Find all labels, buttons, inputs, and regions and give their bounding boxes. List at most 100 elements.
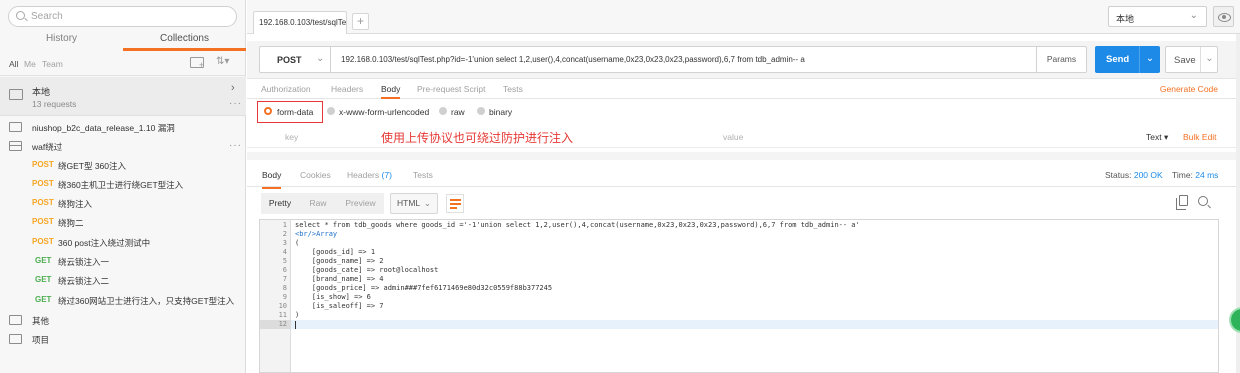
- url-value: 192.168.0.103/test/sqlTest.php?id=-1'uni…: [341, 55, 805, 64]
- radio-raw[interactable]: [439, 107, 447, 115]
- type-select[interactable]: Text ▾: [1146, 132, 1168, 143]
- tab-tests[interactable]: Tests: [503, 84, 523, 94]
- request-tabbar: 192.168.0.103/test/sqlTe + 本地 ⌄: [247, 0, 1240, 34]
- line-number: 3: [282, 239, 287, 247]
- radio-label: binary: [489, 107, 513, 117]
- tab-response-headers[interactable]: Headers (7): [347, 170, 392, 180]
- tab-response-body[interactable]: Body: [262, 170, 282, 189]
- response-body-editor[interactable]: 1 2 3 4 5 6 7 8 9 10 11 12 select * from…: [259, 219, 1219, 373]
- line-number: 11: [278, 311, 287, 319]
- method-badge: POST: [32, 160, 54, 169]
- radio-urlencoded[interactable]: [327, 107, 335, 115]
- code-line: ): [295, 311, 300, 319]
- folder-label: 项目: [32, 335, 50, 345]
- request-title: 360 post注入绕过测试中: [58, 238, 151, 248]
- folder-item[interactable]: niushop_b2c_data_release_1.10 漏洞: [0, 118, 246, 137]
- request-item[interactable]: POST 绕GET型 360注入: [0, 156, 246, 175]
- request-item[interactable]: GET 绕云锁注入一: [0, 252, 246, 271]
- request-item[interactable]: POST 绕狗二: [0, 213, 246, 232]
- generate-code-link[interactable]: Generate Code: [1160, 84, 1218, 94]
- method-value: POST: [277, 55, 302, 65]
- folder-item-open[interactable]: waf绕过 ···: [0, 137, 246, 156]
- new-tab-button[interactable]: +: [352, 13, 369, 30]
- tab-pre-request-script[interactable]: Pre-request Script: [417, 84, 486, 94]
- filter-all[interactable]: All: [9, 59, 18, 69]
- more-icon[interactable]: ···: [229, 140, 242, 151]
- request-item[interactable]: POST 绕狗注入: [0, 194, 246, 213]
- params-button[interactable]: Params: [1036, 46, 1087, 73]
- folder-item[interactable]: 项目: [0, 330, 246, 349]
- save-label: Save: [1174, 55, 1196, 66]
- radio-label: form-data: [277, 107, 314, 117]
- request-tab[interactable]: 192.168.0.103/test/sqlTe: [253, 11, 347, 34]
- tab-body[interactable]: Body: [381, 84, 401, 99]
- chevron-down-icon[interactable]: ⌄: [1139, 46, 1160, 73]
- tab-headers[interactable]: Headers: [331, 84, 363, 94]
- line-number: 2: [282, 230, 287, 238]
- key-input[interactable]: key: [285, 132, 298, 142]
- tab-cookies[interactable]: Cookies: [300, 170, 331, 180]
- line-number: 4: [282, 248, 287, 256]
- chevron-down-icon: ⌄: [423, 198, 431, 208]
- request-item[interactable]: GET 绕过360网站卫士进行注入，只支持GET型注入: [0, 291, 246, 310]
- value-input[interactable]: value: [723, 132, 743, 142]
- code-line: [goods_cate] => root@localhost: [295, 266, 439, 274]
- search-input[interactable]: Search: [8, 6, 237, 27]
- chevron-down-icon[interactable]: ⌄: [1200, 47, 1218, 72]
- url-input[interactable]: 192.168.0.103/test/sqlTest.php?id=-1'uni…: [330, 46, 1037, 73]
- folder-item[interactable]: 其他: [0, 311, 246, 330]
- url-bar: POST ⌄ 192.168.0.103/test/sqlTest.php?id…: [247, 41, 1240, 79]
- headers-count: (7): [381, 170, 392, 180]
- pretty-button[interactable]: Pretty: [261, 193, 299, 214]
- code-line: [is_saleoff] => 7: [295, 302, 384, 310]
- tab-collections[interactable]: Collections: [123, 30, 246, 51]
- search-icon[interactable]: [1198, 196, 1208, 206]
- copy-icon[interactable]: [1176, 195, 1188, 210]
- request-item[interactable]: GET 绕云锁注入二: [0, 271, 246, 290]
- chevron-right-icon[interactable]: ›: [231, 82, 235, 94]
- radio-binary[interactable]: [477, 107, 485, 115]
- bulk-edit-link[interactable]: Bulk Edit: [1183, 132, 1217, 142]
- request-title: 绕过360网站卫士进行注入，只支持GET型注入: [58, 296, 235, 306]
- code-line: select * from tdb_goods where goods_id =…: [295, 221, 860, 229]
- line-number: 8: [282, 284, 287, 292]
- time-value: 24 ms: [1195, 170, 1219, 180]
- line-number: 1: [282, 221, 287, 229]
- method-badge: GET: [35, 256, 52, 265]
- chevron-down-icon: ⌄: [1189, 10, 1198, 21]
- tab-history[interactable]: History: [0, 30, 123, 51]
- search-placeholder: Search: [31, 11, 63, 22]
- line-number: 10: [278, 302, 287, 310]
- send-button[interactable]: Send ⌄: [1095, 46, 1160, 73]
- eye-icon[interactable]: [1213, 6, 1234, 27]
- line-number: 7: [282, 275, 287, 283]
- wrap-lines-icon[interactable]: [446, 194, 464, 213]
- format-select[interactable]: HTML ⌄: [390, 193, 438, 214]
- send-label: Send: [1106, 54, 1130, 65]
- tab-authorization[interactable]: Authorization: [261, 84, 311, 94]
- more-icon[interactable]: ···: [229, 98, 242, 109]
- method-badge: POST: [32, 237, 54, 246]
- preview-button[interactable]: Preview: [337, 193, 384, 214]
- collection-item[interactable]: 本地 13 requests › ···: [0, 77, 246, 116]
- main-panel: 192.168.0.103/test/sqlTe + 本地 ⌄ POST ⌄ 1…: [247, 0, 1240, 373]
- sort-icon[interactable]: ⇅▾: [216, 56, 229, 67]
- current-line-highlight: [260, 320, 1218, 329]
- method-select[interactable]: POST ⌄: [259, 46, 331, 73]
- new-collection-icon[interactable]: [190, 57, 204, 70]
- radio-label: x-www-form-urlencoded: [339, 107, 430, 117]
- request-title: 绕360主机卫士进行绕GET型注入: [58, 180, 184, 190]
- filter-team[interactable]: Team: [42, 59, 63, 69]
- raw-button[interactable]: Raw: [299, 193, 337, 214]
- divider: [247, 152, 1240, 160]
- radio-form-data[interactable]: [264, 107, 272, 115]
- environment-select[interactable]: 本地 ⌄: [1108, 6, 1207, 27]
- response-tabs: Body Cookies Headers (7) Tests Status: 2…: [247, 160, 1240, 189]
- code-line: (: [295, 239, 300, 247]
- request-title: 绕GET型 360注入: [58, 161, 127, 171]
- filter-me[interactable]: Me: [24, 59, 36, 69]
- save-button[interactable]: Save ⌄: [1165, 46, 1218, 73]
- tab-response-tests[interactable]: Tests: [413, 170, 433, 180]
- request-item[interactable]: POST 绕360主机卫士进行绕GET型注入: [0, 175, 246, 194]
- request-item[interactable]: POST 360 post注入绕过测试中: [0, 233, 246, 252]
